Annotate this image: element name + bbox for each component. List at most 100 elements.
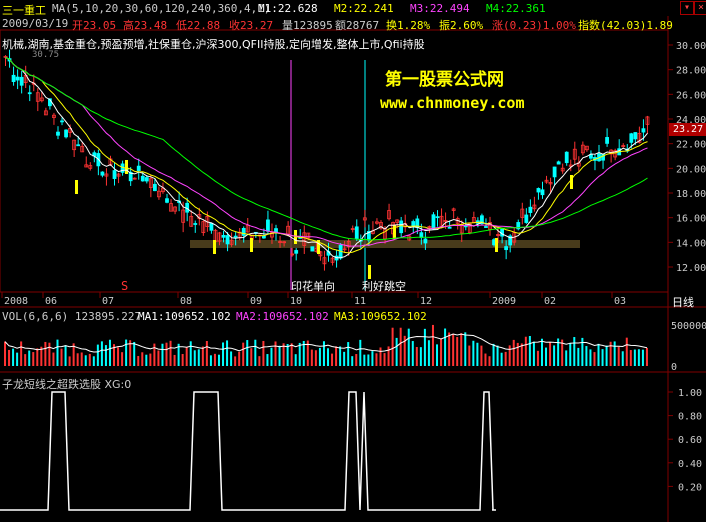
candle-body [556,161,561,165]
volume-bar [565,350,568,366]
volume-bar [181,353,184,366]
minimize-button[interactable]: ▾ [680,1,694,15]
stock-name[interactable]: 三一重工 [2,2,46,18]
watermark-cn: 第一股票公式网 [385,70,504,90]
volume-bar [254,339,257,366]
volume-bar [415,346,418,366]
volume-bar [625,337,628,366]
volume-bar [585,346,588,366]
volume-bar [520,343,523,366]
candle-body [589,154,593,159]
candle-body [540,189,545,196]
price-tick-label: 16.00 [676,214,706,225]
volume-bar [314,350,317,366]
candle-body [261,235,266,239]
stock-chart-canvas[interactable]: 30.0028.0026.0024.0022.0020.0018.0016.00… [0,0,706,522]
volume-bar [238,351,241,366]
volume-bar [44,341,47,366]
candle-body [564,151,569,164]
volume-bar [508,345,511,366]
volume-ma1: MA1:109652.102 [138,310,231,323]
volume-bar [266,354,269,366]
candle-body [605,137,609,144]
volume-bar [270,347,273,366]
candle-body [100,171,105,176]
volume-bar [48,342,51,366]
volume-axis: 500000 0 [671,321,706,373]
quote-high: 高23.48 [123,19,168,32]
candle-body [144,177,149,182]
volume-bar [423,328,426,366]
candle-body [140,175,145,182]
volume-bar [290,343,293,366]
volume-bar [165,342,168,366]
volume-bar [331,353,334,366]
ma-m2: M2:22.241 [334,2,394,15]
annotation-stamp-tax: 印花单向 [291,280,335,293]
volume-bar [201,346,204,366]
indicator-tick-label: 0.80 [678,412,702,423]
volume-bar [524,336,527,366]
volume-bar [76,353,79,366]
candle-body [294,250,299,254]
candle-body [56,131,60,136]
volume-bar [258,356,261,366]
period-label[interactable]: 日线 [672,294,694,310]
volume-bar [133,341,136,366]
volume-tick-label: 500000 [671,321,706,332]
volume-bar [234,356,237,366]
time-tick-label: 2009 [492,296,516,307]
candle-body [152,183,157,192]
volume-bar [56,339,59,366]
volume-bar [145,354,148,366]
volume-bar [193,350,196,366]
volume-bar [137,355,140,366]
candle-body [504,246,509,251]
volume-bar [197,349,200,366]
candle-body [354,226,359,240]
price-axis: 30.0028.0026.0024.0022.0020.0018.0016.00… [668,41,706,274]
volume-bar [343,351,346,366]
sell-signal-icon: S [121,279,129,293]
volume-bar [367,354,370,366]
volume-bar [318,347,321,366]
volume-bar [633,349,636,366]
volume-bar [246,340,249,366]
volume-bar [36,348,39,366]
quote-turnover: 换1.28% [386,19,431,32]
candle-body [552,166,557,178]
volume-bar [379,347,382,366]
volume-bar [108,339,111,366]
candle-body [27,92,32,95]
volume-bar [310,349,313,366]
indicator-tick-label: 0.20 [678,482,702,493]
volume-ma2: MA2:109652.102 [236,310,329,323]
volume-bar [363,354,366,366]
volume-bar [375,353,378,366]
watermark-url: www.chnmoney.com [380,94,525,112]
volume-bar [322,341,325,366]
volume-bar [84,355,87,366]
volume-bar [468,345,471,366]
volume-bar [88,353,91,366]
candle-body [11,74,16,83]
volume-bar [32,352,35,366]
volume-bar [553,345,556,366]
volume-bar [577,347,580,366]
volume-bar [294,354,297,366]
volume-bar [161,343,164,366]
volume-label: VOL(6,6,6) 123895.227 [2,310,142,323]
quote-change: 涨(0.23)1.00% [492,19,576,32]
candle-body [431,214,436,230]
time-tick-label: 10 [290,296,302,307]
signal-bar [250,238,253,252]
volume-bar [605,345,608,366]
volume-bar [476,342,479,366]
volume-bar [383,353,386,366]
candle-body [136,165,141,171]
volume-bar [573,337,576,366]
volume-bar [444,328,447,366]
price-tick-label: 30.00 [676,41,706,52]
candle-body [629,133,634,143]
close-button[interactable]: × [694,1,706,15]
